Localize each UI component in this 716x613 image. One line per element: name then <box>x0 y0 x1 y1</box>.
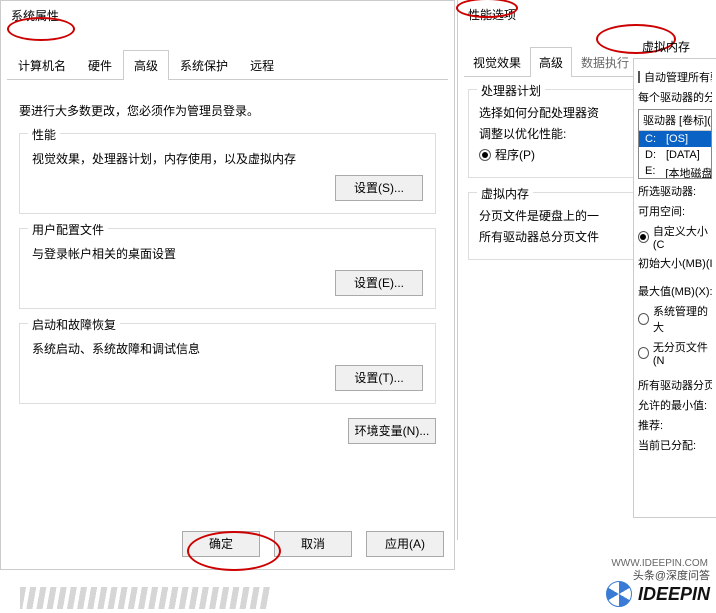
drive-row-d[interactable]: D:[DATA] <box>639 147 711 163</box>
user-profile-settings-button[interactable]: 设置(E)... <box>335 270 423 296</box>
user-profile-group: 用户配置文件 与登录帐户相关的桌面设置 设置(E)... <box>19 228 436 309</box>
drive-row-c[interactable]: C:[OS] <box>639 131 711 147</box>
performance-title: 性能 <box>28 126 60 143</box>
tab-perf-advanced[interactable]: 高级 <box>530 47 572 77</box>
per-drive-label: 每个驱动器的分页 <box>638 89 712 105</box>
initial-size-label: 初始大小(MB)(I) <box>638 255 712 271</box>
watermark-brand: IDEEPIN <box>638 584 710 605</box>
annotation-scribble <box>20 587 270 609</box>
cur-label: 当前已分配: <box>638 437 712 453</box>
dialog-footer: 确定 取消 应用(A) <box>182 531 444 557</box>
user-profile-desc: 与登录帐户相关的桌面设置 <box>32 245 423 262</box>
startup-recovery-group: 启动和故障恢复 系统启动、系统故障和调试信息 设置(T)... <box>19 323 436 404</box>
all-drives-label: 所有驱动器分页文 <box>638 377 712 393</box>
radio-icon <box>638 347 649 359</box>
startup-desc: 系统启动、系统故障和调试信息 <box>32 340 423 357</box>
drive-list[interactable]: 驱动器 [卷标](D C:[OS] D:[DATA] E:[本地磁盘 <box>638 109 712 179</box>
env-vars-button[interactable]: 环境变量(N)... <box>348 418 436 444</box>
vm-title: 虚拟内存 <box>477 185 533 202</box>
sysprop-tabs: 计算机名 硬件 高级 系统保护 远程 <box>7 50 448 80</box>
dialog-title: 系统属性 <box>1 1 454 30</box>
tab-hardware[interactable]: 硬件 <box>77 50 123 80</box>
drive-list-header: 驱动器 [卷标](D <box>639 110 711 131</box>
drive-row-e[interactable]: E:[本地磁盘 <box>639 163 711 179</box>
performance-group: 性能 视觉效果，处理器计划，内存使用，以及虚拟内存 设置(S)... <box>19 133 436 214</box>
tab-advanced[interactable]: 高级 <box>123 50 169 80</box>
auto-manage-label: 自动管理所有驱 <box>644 69 712 85</box>
proc-title: 处理器计划 <box>477 82 545 99</box>
system-properties-dialog: 系统属性 计算机名 硬件 高级 系统保护 远程 要进行大多数更改，您必须作为管理… <box>0 0 455 570</box>
tab-visual-effects[interactable]: 视觉效果 <box>464 47 530 77</box>
tab-system-protection[interactable]: 系统保护 <box>169 50 239 80</box>
min-label: 允许的最小值: <box>638 397 712 413</box>
tab-remote[interactable]: 远程 <box>239 50 285 80</box>
cancel-button[interactable]: 取消 <box>274 531 352 557</box>
watermark: IDEEPIN <box>606 581 710 607</box>
startup-settings-button[interactable]: 设置(T)... <box>335 365 423 391</box>
checkbox-icon <box>638 71 640 83</box>
startup-title: 启动和故障恢复 <box>28 316 120 333</box>
tab-virtual-memory[interactable]: 虚拟内存 <box>636 34 696 59</box>
virtual-memory-dialog: 自动管理所有驱 每个驱动器的分页 驱动器 [卷标](D C:[OS] D:[DA… <box>633 58 716 518</box>
ok-button[interactable]: 确定 <box>182 531 260 557</box>
max-size-label: 最大值(MB)(X): <box>638 283 712 299</box>
radio-programs-label: 程序(P) <box>495 146 535 163</box>
tab-computer-name[interactable]: 计算机名 <box>7 50 77 80</box>
perf-dialog-title: 性能选项 <box>458 0 716 29</box>
selected-drive-label: 所选驱动器: <box>638 183 712 199</box>
radio-custom-size[interactable]: 自定义大小(C <box>638 223 712 251</box>
auto-manage-checkbox[interactable]: 自动管理所有驱 <box>638 69 712 85</box>
radio-icon <box>638 231 649 243</box>
user-profile-title: 用户配置文件 <box>28 221 108 238</box>
avail-space-label: 可用空间: <box>638 203 712 219</box>
tab-dep[interactable]: 数据执行 <box>572 47 638 77</box>
radio-no-paging[interactable]: 无分页文件(N <box>638 339 712 367</box>
watermark-url: WWW.IDEEPIN.COM <box>611 558 708 569</box>
radio-icon <box>479 149 491 161</box>
admin-note: 要进行大多数更改，您必须作为管理员登录。 <box>19 102 436 119</box>
apply-button[interactable]: 应用(A) <box>366 531 444 557</box>
ideepin-logo-icon <box>606 581 632 607</box>
advanced-tab-content: 要进行大多数更改，您必须作为管理员登录。 性能 视觉效果，处理器计划，内存使用，… <box>1 80 454 452</box>
radio-icon <box>638 313 649 325</box>
rec-label: 推荐: <box>638 417 712 433</box>
performance-desc: 视觉效果，处理器计划，内存使用，以及虚拟内存 <box>32 150 423 167</box>
radio-system-managed[interactable]: 系统管理的大 <box>638 303 712 335</box>
performance-settings-button[interactable]: 设置(S)... <box>335 175 423 201</box>
